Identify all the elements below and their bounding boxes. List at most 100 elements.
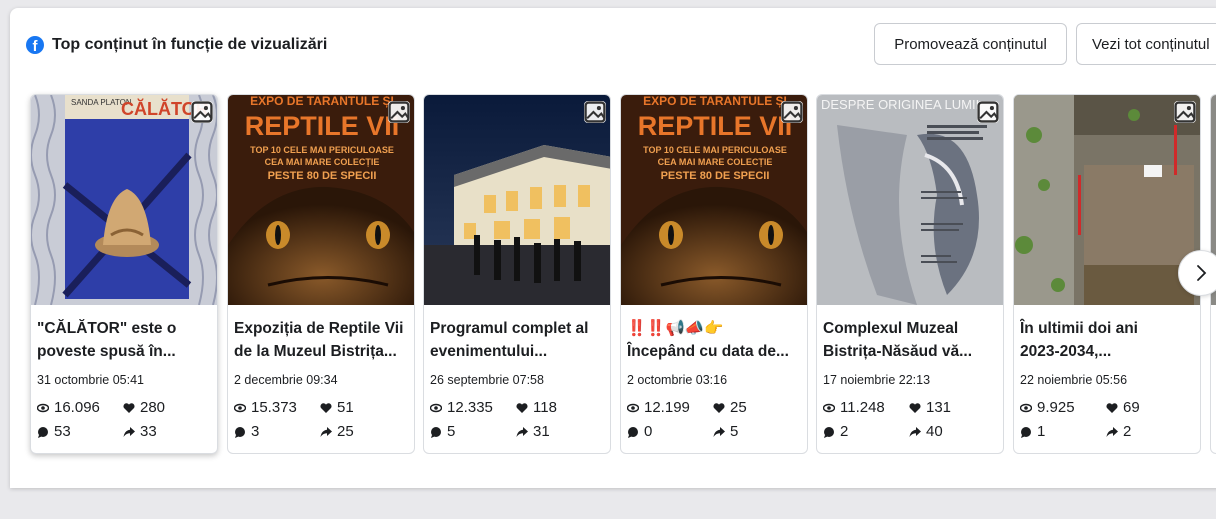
expo-line2-text: CEA MAI MARE COLECȚIE [658, 157, 773, 167]
expo-line1-text: TOP 10 CELE MAI PERICULOASE [643, 145, 787, 155]
excavation-photo [1014, 95, 1200, 305]
view-all-content-button[interactable]: Vezi tot conținutul [1076, 23, 1216, 65]
image-icon [584, 101, 606, 123]
heart-icon [516, 402, 528, 413]
comments-metric: 2 [823, 423, 848, 440]
share-icon [713, 426, 725, 437]
post-card[interactable]: EXPO DE TARANTULE ȘI REPTILE VII TOP 10 … [620, 94, 808, 454]
views-metric: 12.199 [627, 399, 690, 416]
post-card[interactable]: EXPO DE TARANTULE ȘI REPTILE VII TOP 10 … [227, 94, 415, 454]
comment-icon [431, 426, 441, 438]
museum-night-photo [424, 95, 610, 305]
post-thumbnail[interactable]: DESPRE ORIGINEA LUMII [817, 95, 1003, 305]
post-title: "CĂLĂTOR" este o poveste spusă în... [37, 320, 177, 360]
comments-metric: 1 [1020, 423, 1045, 440]
post-date: 31 octombrie 05:41 [37, 373, 145, 387]
reactions-metric: 131 [909, 399, 951, 416]
reactions-metric: 280 [123, 399, 165, 416]
comment-icon [235, 426, 245, 438]
comments-metric: 3 [234, 423, 259, 440]
exhibition-poster-image: DESPRE ORIGINEA LUMII [817, 95, 1003, 305]
shares-metric: 2 [1106, 423, 1131, 440]
post-thumbnail[interactable]: EXPO DE TARANTULE ȘI REPTILE VII TOP 10 … [621, 95, 807, 305]
post-date: 2 decembrie 09:34 [234, 373, 338, 387]
expo-line2-text: CEA MAI MARE COLECȚIE [265, 157, 380, 167]
expo-title-text: REPTILE VII [245, 111, 400, 141]
reptile-expo-poster-image: EXPO DE TARANTULE ȘI REPTILE VII TOP 10 … [228, 95, 414, 305]
eye-icon [234, 403, 246, 412]
post-thumbnail[interactable] [424, 95, 610, 305]
post-title: Expoziția de Reptile Vii de la Muzeul Bi… [234, 320, 404, 360]
views-metric: 12.335 [430, 399, 493, 416]
carousel-next-button[interactable] [1178, 250, 1216, 296]
post-card[interactable]: DESPRE ORIGINEA LUMII Complexul Muzeal B… [816, 94, 1004, 454]
heart-icon [713, 402, 725, 413]
reactions-metric: 51 [320, 399, 354, 416]
expo-heading-text: EXPO DE TARANTULE ȘI [250, 95, 394, 108]
post-title: Programul complet al evenimentului... [430, 320, 589, 360]
comments-metric: 0 [627, 423, 652, 440]
eye-icon [37, 403, 49, 412]
post-date: 26 septembrie 07:58 [430, 373, 544, 387]
post-card[interactable]: Programul complet al evenimentului... 26… [423, 94, 611, 454]
post-card[interactable]: În ultimii doi ani 2023-2034,... 22 noie… [1013, 94, 1201, 454]
book-cover-image: SANDA PLATON CĂLĂTOR [31, 95, 217, 305]
comment-icon [824, 426, 834, 438]
shares-metric: 40 [909, 423, 943, 440]
promote-content-button[interactable]: Promovează conținutul [874, 23, 1067, 65]
shares-metric: 5 [713, 423, 738, 440]
expo-line3-text: PESTE 80 DE SPECII [661, 170, 770, 182]
post-title: În ultimii doi ani 2023-2034,... [1020, 320, 1138, 360]
views-metric: 11.248 [823, 399, 885, 416]
post-thumbnail[interactable]: EXPO DE TARANTULE ȘI REPTILE VII TOP 10 … [228, 95, 414, 305]
top-content-panel: f Top conținut în funcție de vizualizări… [10, 8, 1216, 488]
eye-icon [1020, 403, 1032, 412]
comment-icon [38, 426, 48, 438]
post-date: 2 octombrie 03:16 [627, 373, 728, 387]
title-group: f Top conținut în funcție de vizualizări [26, 36, 327, 54]
eye-icon [430, 403, 442, 412]
shares-metric: 25 [320, 423, 354, 440]
post-date: 22 noiembrie 05:56 [1020, 373, 1128, 387]
origin-title-text: DESPRE ORIGINEA LUMII [821, 97, 979, 112]
panel-header: f Top conținut în funcție de vizualizări… [10, 8, 1216, 88]
chevron-right-icon [1197, 265, 1207, 281]
post-title: Complexul Muzeal Bistrița-Năsăud vă... [823, 320, 973, 360]
views-metric: 9.925 [1020, 399, 1075, 416]
expo-line1-text: TOP 10 CELE MAI PERICULOASE [250, 145, 394, 155]
eye-icon [823, 403, 835, 412]
image-icon [1174, 101, 1196, 123]
post-thumbnail[interactable]: SANDA PLATON CĂLĂTOR [31, 95, 217, 305]
image-icon [781, 101, 803, 123]
post-date: 17 noiembrie 22:13 [823, 373, 931, 387]
share-icon [909, 426, 921, 437]
expo-line3-text: PESTE 80 DE SPECII [268, 170, 377, 182]
shares-metric: 31 [516, 423, 550, 440]
panel-title: Top conținut în funcție de vizualizări [52, 36, 328, 53]
heart-icon [123, 402, 135, 413]
comment-icon [1021, 426, 1031, 438]
expo-title-text: REPTILE VII [638, 111, 793, 141]
comments-metric: 53 [37, 423, 71, 440]
heart-icon [320, 402, 332, 413]
share-icon [1106, 426, 1118, 437]
post-title: ‼️‼️📢📣👉 Începând cu data de... [627, 320, 789, 360]
share-icon [320, 426, 332, 437]
views-metric: 15.373 [234, 399, 297, 416]
comment-icon [628, 426, 638, 438]
image-icon [977, 101, 999, 123]
reactions-metric: 69 [1106, 399, 1140, 416]
reptile-expo-poster-image: EXPO DE TARANTULE ȘI REPTILE VII TOP 10 … [621, 95, 807, 305]
comments-metric: 5 [430, 423, 455, 440]
share-icon [123, 426, 135, 437]
reactions-metric: 25 [713, 399, 747, 416]
eye-icon [627, 403, 639, 412]
post-card[interactable]: SANDA PLATON CĂLĂTOR "CĂLĂTOR" este o po… [30, 94, 218, 454]
reactions-metric: 118 [516, 399, 557, 416]
facebook-icon: f [26, 36, 44, 54]
expo-heading-text: EXPO DE TARANTULE ȘI [643, 95, 787, 108]
views-metric: 16.096 [37, 399, 100, 416]
post-thumbnail[interactable] [1014, 95, 1200, 305]
image-icon [388, 101, 410, 123]
share-icon [516, 426, 528, 437]
